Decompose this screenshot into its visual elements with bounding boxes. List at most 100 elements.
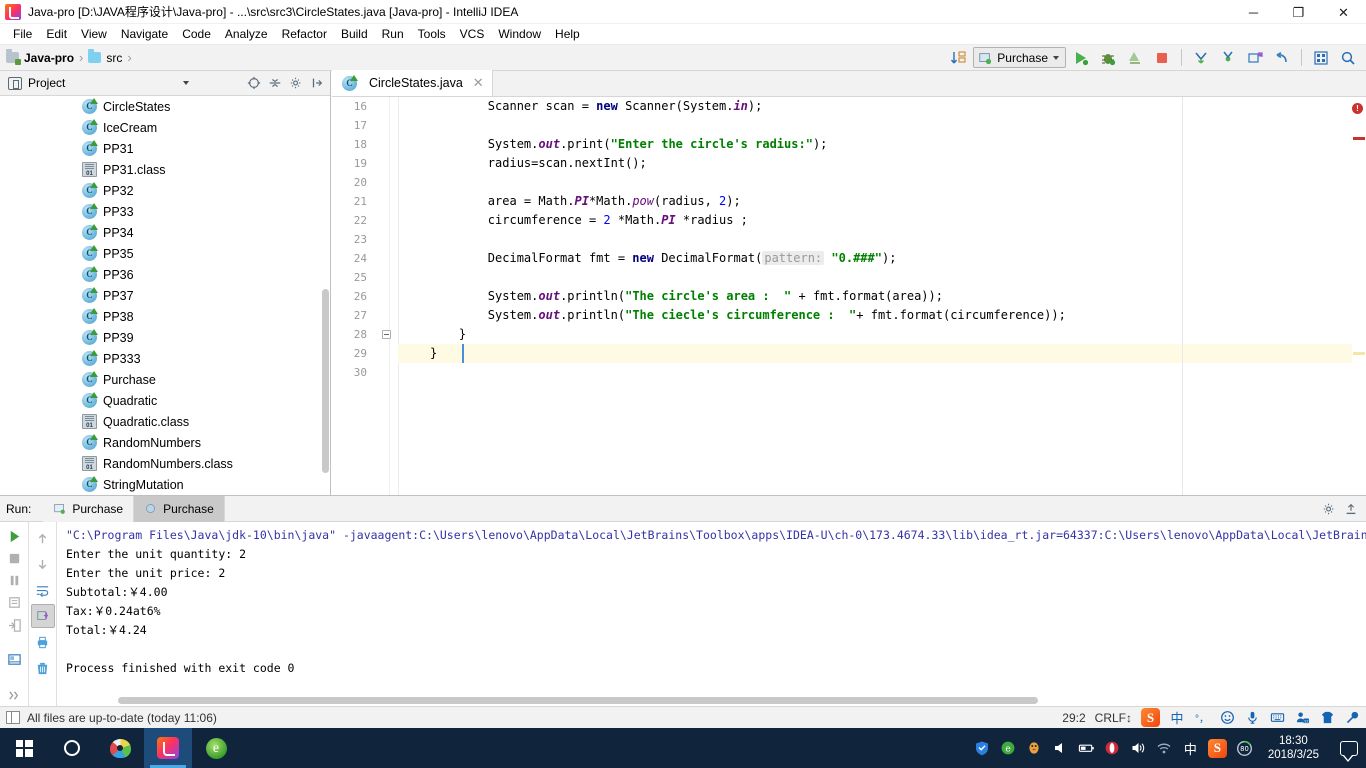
taskbar-intellij[interactable]: [144, 728, 192, 768]
tree-item-randomnumbers-class[interactable]: RandomNumbers.class: [0, 453, 322, 474]
sogou-tray-icon[interactable]: S: [1207, 738, 1227, 758]
search-everywhere-icon[interactable]: [1336, 47, 1360, 69]
tree-item-pp33[interactable]: PP33: [0, 201, 322, 222]
debug-icon[interactable]: [1096, 47, 1120, 69]
run-icon[interactable]: [1069, 47, 1093, 69]
opera-icon[interactable]: [1104, 740, 1121, 757]
rerun-icon[interactable]: [2, 526, 26, 546]
editor-gutter[interactable]: 16 17 18 19 20 21 22 23 24 25 26 27 28 2…: [332, 97, 391, 495]
run-tab-purchase-console[interactable]: Purchase: [134, 495, 225, 522]
tree-item-icecream[interactable]: IceCream: [0, 117, 322, 138]
coverage-icon[interactable]: [1123, 47, 1147, 69]
keyboard-icon[interactable]: [1269, 710, 1285, 726]
menu-refactor[interactable]: Refactor: [275, 25, 334, 43]
taskbar-paint[interactable]: [96, 728, 144, 768]
scroll-up-icon[interactable]: [31, 526, 55, 550]
menu-view[interactable]: View: [74, 25, 114, 43]
menu-tools[interactable]: Tools: [411, 25, 453, 43]
security-shield-icon[interactable]: [974, 740, 991, 757]
settings-icon[interactable]: [286, 74, 305, 93]
tree-item-pp31-class[interactable]: PP31.class: [0, 159, 322, 180]
layout-icon[interactable]: [2, 649, 26, 669]
settings-icon[interactable]: [1319, 499, 1338, 518]
wifi-icon[interactable]: [1156, 740, 1173, 757]
notification-icon[interactable]: [1340, 740, 1358, 762]
tree-item-pp34[interactable]: PP34: [0, 222, 322, 243]
console-output[interactable]: "C:\Program Files\Java\jdk-10\bin\java" …: [58, 522, 1366, 706]
caret-marker[interactable]: [1353, 352, 1365, 355]
tree-item-pp39[interactable]: PP39: [0, 327, 322, 348]
tree-item-pp32[interactable]: PP32: [0, 180, 322, 201]
tree-item-randomnumbers[interactable]: RandomNumbers: [0, 432, 322, 453]
battery-icon[interactable]: [1078, 740, 1095, 757]
skin-icon[interactable]: [1319, 710, 1335, 726]
error-status-icon[interactable]: [1352, 103, 1363, 114]
menu-run[interactable]: Run: [375, 25, 411, 43]
project-tree[interactable]: CircleStates IceCream PP31 PP31.class PP…: [0, 96, 322, 495]
maximize-button[interactable]: ❐: [1276, 0, 1321, 24]
undo-icon[interactable]: [1270, 47, 1294, 69]
target-icon[interactable]: [244, 74, 263, 93]
tree-item-pp35[interactable]: PP35: [0, 243, 322, 264]
toolbox-icon[interactable]: [1344, 710, 1360, 726]
code-content[interactable]: Scanner scan = new Scanner(System.in); S…: [398, 97, 1366, 495]
menu-vcs[interactable]: VCS: [453, 25, 492, 43]
chevron-down-icon[interactable]: [183, 81, 190, 85]
sdk-manager-icon[interactable]: [1309, 47, 1333, 69]
ime-chinese-mode-icon[interactable]: 中: [1169, 710, 1185, 726]
hide-icon[interactable]: [307, 74, 326, 93]
tree-item-quadratic[interactable]: Quadratic: [0, 390, 322, 411]
ime-mode-icon[interactable]: 中: [1182, 740, 1199, 757]
menu-window[interactable]: Window: [491, 25, 548, 43]
stop-icon[interactable]: [2, 548, 26, 568]
run-configuration-selector[interactable]: Purchase: [973, 47, 1066, 68]
editor-tab-circlestates[interactable]: CircleStates.java ✕: [332, 70, 493, 96]
browser-icon[interactable]: e: [1000, 740, 1017, 757]
speaker-icon[interactable]: [1130, 740, 1147, 757]
error-marker[interactable]: [1353, 137, 1365, 140]
console-horizontal-scrollbar[interactable]: [118, 697, 1038, 704]
menu-build[interactable]: Build: [334, 25, 375, 43]
tree-item-circlestates[interactable]: CircleStates: [0, 96, 322, 117]
caret-position[interactable]: 29:2: [1062, 711, 1085, 725]
update-project-icon[interactable]: [1189, 47, 1213, 69]
commit-icon[interactable]: [1216, 47, 1240, 69]
tree-item-pp38[interactable]: PP38: [0, 306, 322, 327]
line-separator[interactable]: CRLF↕: [1095, 711, 1132, 725]
pause-icon[interactable]: [2, 571, 26, 591]
hide-icon[interactable]: [1341, 499, 1360, 518]
tree-item-pp37[interactable]: PP37: [0, 285, 322, 306]
cortana-search-button[interactable]: [48, 728, 96, 768]
clear-all-icon[interactable]: [31, 656, 55, 680]
breadcrumb-module[interactable]: Java-pro: [6, 49, 74, 65]
print-icon[interactable]: [31, 630, 55, 654]
dump-threads-icon[interactable]: [2, 593, 26, 613]
volume-mute-icon[interactable]: [1052, 740, 1069, 757]
qq-icon[interactable]: [1026, 740, 1043, 757]
taskbar-clock[interactable]: 18:30 2018/3/25: [1262, 734, 1325, 762]
menu-file[interactable]: File: [6, 25, 39, 43]
menu-code[interactable]: Code: [175, 25, 218, 43]
battery-percent-icon[interactable]: 80: [1236, 740, 1253, 757]
ime-punctuation-icon[interactable]: °，: [1194, 710, 1210, 726]
breadcrumb-src[interactable]: src: [88, 49, 122, 65]
calendar-icon[interactable]: 12: [1294, 710, 1310, 726]
sort-binary-icon[interactable]: [946, 47, 970, 69]
menu-edit[interactable]: Edit: [39, 25, 74, 43]
close-button[interactable]: ✕: [1321, 0, 1366, 24]
smiley-icon[interactable]: [1219, 710, 1235, 726]
close-icon[interactable]: ✕: [473, 75, 484, 91]
menu-help[interactable]: Help: [548, 25, 587, 43]
microphone-icon[interactable]: [1244, 710, 1260, 726]
taskbar-eclipse[interactable]: [192, 728, 240, 768]
tree-item-pp333[interactable]: PP333: [0, 348, 322, 369]
expand-icon[interactable]: [2, 686, 26, 706]
collapse-all-icon[interactable]: [265, 74, 284, 93]
code-editor[interactable]: 16 17 18 19 20 21 22 23 24 25 26 27 28 2…: [332, 97, 1366, 495]
tree-item-quadratic-class[interactable]: Quadratic.class: [0, 411, 322, 432]
soft-wrap-icon[interactable]: [31, 578, 55, 602]
scroll-to-end-icon[interactable]: [30, 604, 55, 628]
stop-icon[interactable]: [1150, 47, 1174, 69]
tree-item-purchase[interactable]: Purchase: [0, 369, 322, 390]
menu-analyze[interactable]: Analyze: [218, 25, 275, 43]
